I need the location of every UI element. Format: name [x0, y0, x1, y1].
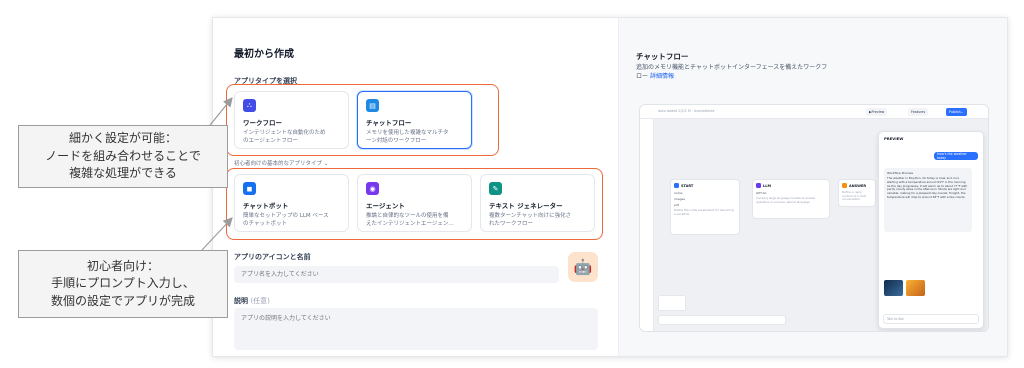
preview-image-thumb — [906, 280, 925, 296]
screenshot-stage: 最初から作成 アプリタイプを選択 ⛬ ワークフロー インテリジェントな自動化のた… — [0, 0, 1024, 368]
start-node-note: Define the initial parameters for launch… — [674, 208, 734, 216]
beginner-types-highlight — [226, 168, 603, 240]
app-name-input[interactable] — [234, 266, 559, 283]
type-preview-pane: チャットフロー 追加のメモリ機能とチャットボットインターフェースを備えたワークフ… — [618, 18, 1007, 356]
app-description-input[interactable] — [234, 308, 598, 350]
llm-node-title: LLM — [763, 183, 771, 188]
beginner-toggle-label: 初心者向けの基本的なアプリタイプ — [234, 161, 323, 167]
preview-run-button: ▶ Preview — [866, 108, 888, 116]
app-icon-picker[interactable]: 🤖 — [568, 252, 598, 282]
preview-user-message: How's the weather today — [934, 152, 978, 160]
chatflow-preview-image: Auto Added 2/2/2 M · Unpublished ▶ Previ… — [639, 104, 989, 332]
llm-node-icon — [756, 183, 761, 188]
preview-run-label: Preview — [871, 110, 885, 114]
preview-type-title: チャットフロー — [636, 52, 689, 61]
preview-chat-input: Talk to Bot — [883, 314, 979, 324]
preview-type-desc: 追加のメモリ機能とチャットボットインターフェースを備えたワークフ ロー 詳細情報 — [636, 63, 866, 81]
answer-node-note: Define a reply content of a chat convers… — [842, 190, 866, 202]
preview-features-label: Features — [911, 110, 926, 114]
icon-name-label: アプリのアイコンと名前 — [234, 253, 311, 261]
beginner-types-toggle[interactable]: 初心者向けの基本的なアプリタイプ ⌄ — [234, 159, 328, 167]
answer-node-icon — [842, 183, 847, 188]
preview-chat-header: PREVIEW — [884, 136, 904, 141]
preview-publish-label: Publish — [949, 110, 961, 114]
preview-publish-button: Publish ⌄ — [946, 108, 967, 116]
llm-node-note: Invoking large language models to answer… — [756, 196, 816, 204]
preview-sidebar — [640, 119, 654, 331]
learn-more-link[interactable]: 詳細情報 — [650, 73, 674, 80]
preview-image-thumb — [884, 280, 903, 296]
preview-chat-panel: PREVIEW How's the weather today Workflow… — [878, 131, 984, 329]
page-title: 最初から作成 — [234, 49, 294, 60]
robot-icon: 🤖 — [573, 258, 593, 276]
description-label: 説明 (任意) — [234, 296, 270, 306]
preview-node-llm: LLM GPT-4o Invoking large language model… — [752, 179, 830, 219]
preview-bot-message: Workflow Process The weather in Boydton,… — [884, 168, 972, 232]
annotation-advanced: 細かく設定が可能： ノードを組み合わせることで 複雑な処理ができる — [18, 125, 228, 188]
preview-bot-text: The weather in Boydton, VA today is clea… — [887, 176, 968, 199]
preview-top-label: Auto Added 2/2/2 M · Unpublished — [658, 109, 715, 113]
preview-node-answer: ANSWER Define a reply content of a chat … — [838, 179, 876, 207]
advanced-types-highlight — [226, 84, 499, 156]
chevron-down-icon: ⌄ — [323, 161, 329, 167]
preview-features-button: Features — [908, 108, 929, 116]
optional-hint: (任意) — [250, 297, 270, 305]
preview-bot-tag: Workflow Process — [887, 171, 914, 175]
start-node-icon — [674, 183, 679, 188]
annotation-beginner: 初心者向け： 手順にプロンプト入力し、 数個の設定でアプリが完成 — [18, 250, 228, 318]
description-label-text: 説明 — [234, 297, 248, 305]
preview-topbar: Auto Added 2/2/2 M · Unpublished ▶ Previ… — [640, 105, 988, 119]
start-node-title: START — [681, 183, 694, 188]
preview-canvas-toolbar — [658, 315, 786, 325]
preview-node-start: START name images pdf Define the initial… — [670, 179, 740, 235]
answer-node-title: ANSWER — [849, 183, 867, 188]
preview-minimap — [658, 295, 686, 311]
